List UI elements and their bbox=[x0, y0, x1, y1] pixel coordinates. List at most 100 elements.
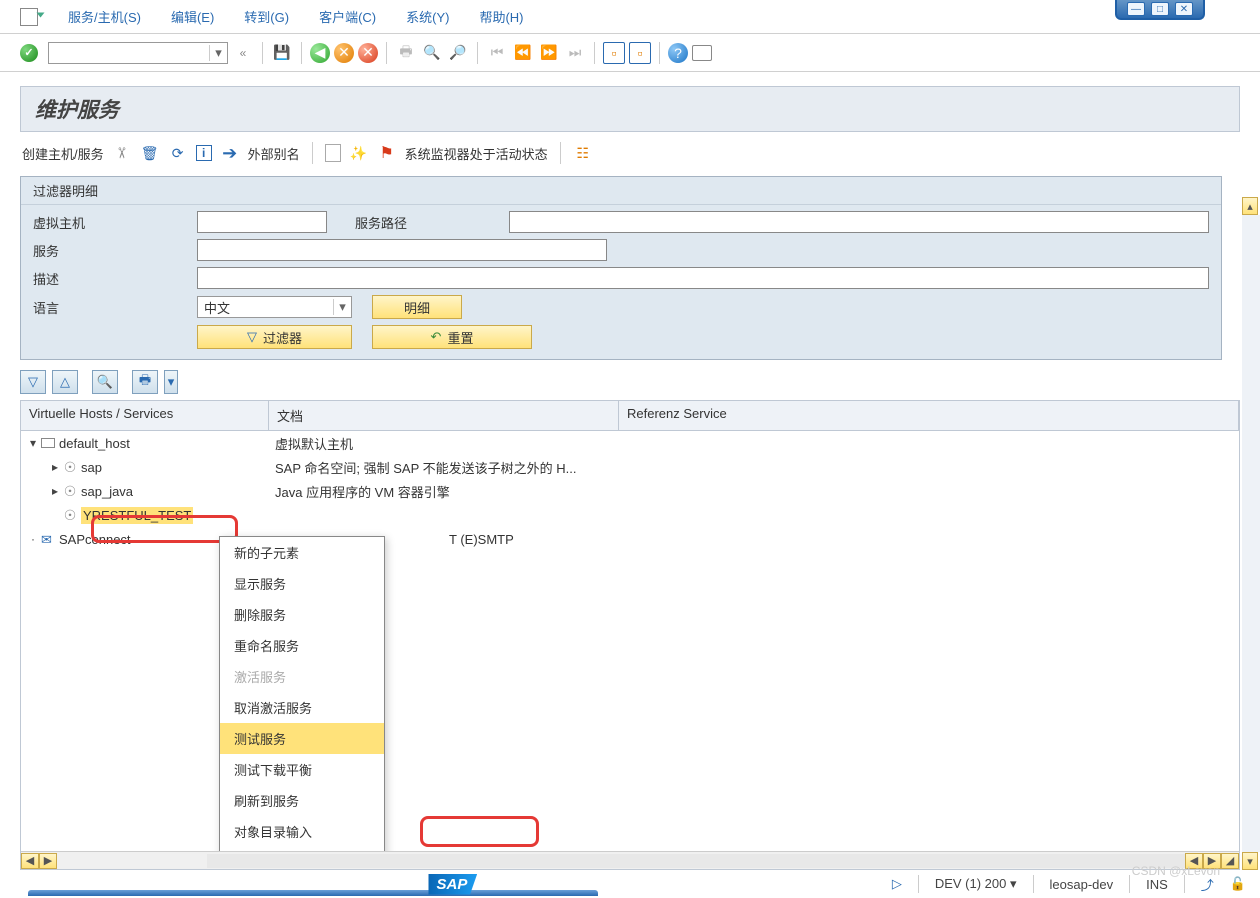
action-bar: 创建主机/服务 🗑 ⟳ i ➔ 外部别名 ✨ ⚑ 系统监视器处于活动状态 ☷ bbox=[20, 132, 1240, 174]
service-icon: ☉ bbox=[63, 484, 77, 498]
context-menu-item[interactable]: 刷新到服务 bbox=[220, 785, 384, 816]
status-mode: INS bbox=[1146, 877, 1168, 892]
cancel-icon[interactable]: ✕ bbox=[358, 43, 378, 63]
context-menu-item[interactable]: 测试服务 bbox=[220, 723, 384, 754]
detail-button[interactable]: 明细 bbox=[372, 295, 462, 319]
external-alias-label[interactable]: 外部别名 bbox=[248, 144, 300, 163]
context-menu-item: 激活服务 bbox=[220, 661, 384, 692]
context-menu-item[interactable]: 重命名服务 bbox=[220, 630, 384, 661]
layout-icon[interactable]: ▫ bbox=[629, 42, 651, 64]
close-button[interactable]: ✕ bbox=[1175, 2, 1193, 16]
tree-row[interactable]: ▸☉sapSAP 命名空间; 强制 SAP 不能发送该子树之外的 H... bbox=[21, 455, 1239, 479]
tree-header-doc[interactable]: 文档 bbox=[269, 401, 619, 430]
find-tree-button[interactable]: 🔍 bbox=[92, 370, 118, 394]
wand-icon[interactable]: ✨ bbox=[349, 143, 369, 163]
arrow-right-icon[interactable]: ➔ bbox=[220, 143, 240, 163]
context-menu-item[interactable]: 剪切 bbox=[220, 847, 384, 851]
tree-body[interactable]: ▾default_host虚拟默认主机▸☉sapSAP 命名空间; 强制 SAP… bbox=[21, 431, 1239, 851]
find-next-icon[interactable]: 🔎 bbox=[447, 42, 469, 64]
monitor-icon[interactable] bbox=[692, 45, 712, 61]
vscroll-track[interactable] bbox=[1242, 215, 1260, 852]
menu-client[interactable]: 客户端(C) bbox=[319, 7, 376, 26]
reset-button[interactable]: ↶重置 bbox=[372, 325, 532, 349]
virtual-host-input[interactable] bbox=[197, 211, 327, 233]
next-page-icon[interactable]: ⏩ bbox=[538, 42, 560, 64]
tree-row[interactable]: ▸☉sap_javaJava 应用程序的 VM 容器引擎 bbox=[21, 479, 1239, 503]
trash-icon[interactable]: 🗑 bbox=[140, 143, 160, 163]
tree-icon[interactable]: ☷ bbox=[573, 143, 593, 163]
first-page-icon[interactable]: ⏮ bbox=[486, 42, 508, 64]
description-input[interactable] bbox=[197, 267, 1209, 289]
back-icon[interactable]: ◀ bbox=[310, 43, 330, 63]
monitor-status-label: 系统监视器处于活动状态 bbox=[405, 144, 548, 163]
context-menu-item[interactable]: 测试下载平衡 bbox=[220, 754, 384, 785]
save-icon[interactable]: 💾 bbox=[271, 42, 293, 64]
hscroll-left-icon[interactable]: ◀ bbox=[21, 853, 39, 869]
print-icon[interactable]: 🖶 bbox=[395, 42, 417, 64]
vscroll-down-icon[interactable]: ▾ bbox=[1242, 852, 1258, 870]
sep bbox=[477, 42, 478, 64]
outer-vertical-scroll[interactable]: ▴ ▾ bbox=[1242, 197, 1260, 870]
find-icon[interactable]: 🔍 bbox=[421, 42, 443, 64]
expander-icon[interactable]: ▸ bbox=[49, 460, 61, 474]
context-menu-item[interactable]: 显示服务 bbox=[220, 568, 384, 599]
help-icon[interactable]: ? bbox=[668, 43, 688, 63]
language-select[interactable]: 中文▾ bbox=[197, 296, 352, 318]
flag-icon[interactable]: ⚑ bbox=[377, 143, 397, 163]
context-menu: 新的子元素显示服务删除服务重命名服务激活服务取消激活服务测试服务测试下载平衡刷新… bbox=[219, 536, 385, 851]
minimize-button[interactable]: — bbox=[1127, 2, 1145, 16]
expand-all-button[interactable]: ▽ bbox=[20, 370, 46, 394]
service-icon: ☉ bbox=[63, 508, 77, 522]
status-system[interactable]: DEV (1) 200 ▾ bbox=[935, 876, 1017, 892]
menu-app-icon[interactable] bbox=[20, 8, 38, 26]
print-dropdown-button[interactable]: ▾ bbox=[164, 370, 178, 394]
sep bbox=[301, 42, 302, 64]
status-nav-icon[interactable]: ▷ bbox=[892, 876, 902, 892]
maximize-button[interactable]: □ bbox=[1151, 2, 1169, 16]
create-host-label[interactable]: 创建主机/服务 bbox=[22, 144, 104, 163]
expander-icon[interactable]: ▸ bbox=[49, 484, 61, 498]
tree-hscroll[interactable]: ◀ ▶ ◀ ▶ ◢ bbox=[21, 851, 1239, 869]
new-session-icon[interactable]: ▫ bbox=[603, 42, 625, 64]
menu-service-host[interactable]: 服务/主机(S) bbox=[68, 7, 141, 26]
context-menu-item[interactable]: 删除服务 bbox=[220, 599, 384, 630]
menu-goto[interactable]: 转到(G) bbox=[244, 7, 289, 26]
content-area: 维护服务 创建主机/服务 🗑 ⟳ i ➔ 外部别名 ✨ ⚑ 系统监视器处于活动状… bbox=[0, 72, 1260, 870]
info-icon[interactable]: i bbox=[196, 145, 212, 161]
context-menu-item[interactable]: 新的子元素 bbox=[220, 537, 384, 568]
ok-icon[interactable]: ✓ bbox=[20, 44, 38, 62]
language-label: 语言 bbox=[33, 298, 183, 317]
menu-system[interactable]: 系统(Y) bbox=[406, 7, 449, 26]
sheet-icon[interactable] bbox=[325, 144, 341, 162]
service-path-input[interactable] bbox=[509, 211, 1209, 233]
tree-row[interactable]: ▾default_host虚拟默认主机 bbox=[21, 431, 1239, 455]
filter-button[interactable]: ▽过滤器 bbox=[197, 325, 352, 349]
hscroll-corner-icon[interactable]: ◢ bbox=[1221, 853, 1239, 869]
app-toolbar: ✓ ▾ « 💾 ◀ ✕ ✕ 🖶 🔍 🔎 ⏮ ⏪ ⏩ ⏭ ▫ ▫ ? bbox=[0, 34, 1260, 72]
expander-icon[interactable]: · bbox=[27, 532, 39, 546]
vscroll-up-icon[interactable]: ▴ bbox=[1242, 197, 1258, 215]
expander-icon[interactable]: ▾ bbox=[27, 436, 39, 450]
context-menu-item[interactable]: 取消激活服务 bbox=[220, 692, 384, 723]
tree-header-ref[interactable]: Referenz Service bbox=[619, 401, 1239, 430]
scissors-icon[interactable] bbox=[112, 143, 132, 163]
hscroll-right-icon[interactable]: ▶ bbox=[39, 853, 57, 869]
service-input[interactable] bbox=[197, 239, 607, 261]
exit-icon[interactable]: ✕ bbox=[334, 43, 354, 63]
context-menu-item[interactable]: 对象目录输入 bbox=[220, 816, 384, 847]
service-label: 服务 bbox=[33, 241, 183, 260]
print-tree-button[interactable]: 🖶 bbox=[132, 370, 158, 394]
sep bbox=[262, 42, 263, 64]
description-label: 描述 bbox=[33, 269, 183, 288]
command-field[interactable]: ▾ bbox=[48, 42, 228, 64]
collapse-all-button[interactable]: △ bbox=[52, 370, 78, 394]
refresh-icon[interactable]: ⟳ bbox=[168, 143, 188, 163]
last-page-icon[interactable]: ⏭ bbox=[564, 42, 586, 64]
back-history-icon[interactable]: « bbox=[232, 42, 254, 64]
menu-help[interactable]: 帮助(H) bbox=[479, 7, 523, 26]
hscroll-track[interactable] bbox=[207, 854, 1185, 868]
prev-page-icon[interactable]: ⏪ bbox=[512, 42, 534, 64]
menu-edit[interactable]: 编辑(E) bbox=[171, 7, 214, 26]
status-padlock-icon[interactable]: 🔓 bbox=[1230, 876, 1246, 892]
tree-header-services[interactable]: Virtuelle Hosts / Services bbox=[21, 401, 269, 430]
